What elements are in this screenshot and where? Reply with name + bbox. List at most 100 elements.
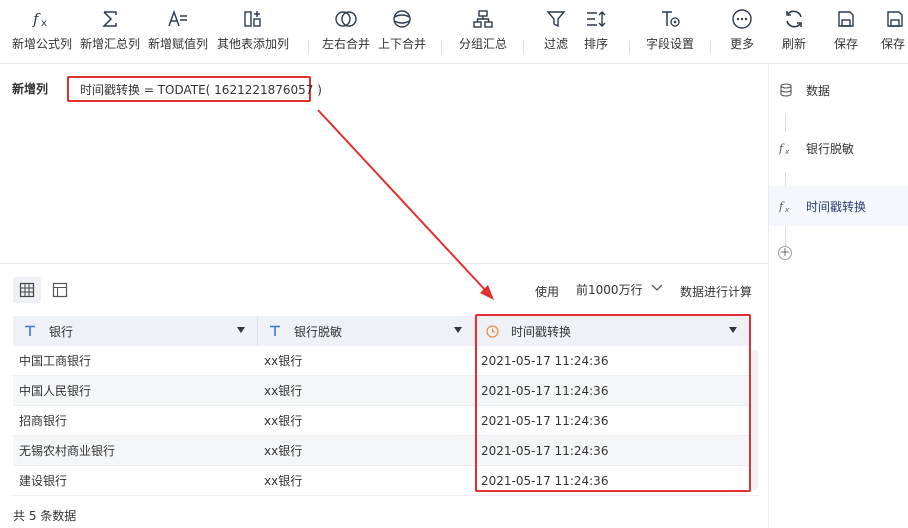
toolbar-divider xyxy=(308,40,309,54)
table-row: 无锡农村商业银行 xx银行 2021-05-17 11:24:36 xyxy=(13,436,758,466)
column-header-bank[interactable]: 银行 xyxy=(13,316,258,346)
step-data[interactable]: 数据 xyxy=(769,75,908,105)
add-step-button[interactable]: + xyxy=(778,246,792,260)
row-count: 共 5 条数据 xyxy=(13,509,77,523)
group-summary-button[interactable]: 分组汇总 xyxy=(455,6,511,58)
cell-bank: 建设银行 xyxy=(19,474,68,488)
table-scrollbar[interactable] xyxy=(752,350,758,490)
layout-icon xyxy=(52,282,68,298)
step-label: 银行脱敏 xyxy=(806,141,855,156)
toolbar-label: 新增赋值列 xyxy=(147,37,208,51)
step-label: 数据 xyxy=(806,83,831,98)
save-icon xyxy=(826,6,866,32)
toolbar-label: 新增汇总列 xyxy=(79,37,140,51)
cell-bank: 招商银行 xyxy=(19,414,68,428)
grid-view-button[interactable] xyxy=(13,277,41,303)
step-bank-mask[interactable]: fx 银行脱敏 xyxy=(769,133,908,163)
merge-horizontal-button[interactable]: 左右合并 xyxy=(318,6,374,58)
section-divider xyxy=(0,263,768,264)
chevron-down-icon xyxy=(650,280,664,297)
fx-icon: fx xyxy=(10,6,74,32)
svg-text:x: x xyxy=(784,206,790,213)
layout-view-button[interactable] xyxy=(46,277,74,303)
caret-down-icon[interactable] xyxy=(729,327,737,333)
toolbar-divider xyxy=(710,40,711,54)
caret-down-icon[interactable] xyxy=(454,327,462,333)
add-summary-column-button[interactable]: 新增汇总列 xyxy=(78,6,142,58)
caret-down-icon[interactable] xyxy=(237,327,245,333)
toolbar-label: 过滤 xyxy=(543,37,568,51)
grid-icon xyxy=(19,282,35,298)
step-connector xyxy=(785,172,786,186)
add-column-from-table-button[interactable]: 其他表添加列 xyxy=(214,6,292,58)
save-button[interactable]: 保存 xyxy=(826,6,866,58)
new-column-label: 新增列 xyxy=(12,82,49,96)
column-header-label: 时间戳转换 xyxy=(511,324,572,339)
field-settings-icon xyxy=(642,6,698,32)
svg-text:x: x xyxy=(41,18,47,29)
column-header-label: 银行脱敏 xyxy=(294,324,343,339)
cell-timestamp: 2021-05-17 11:24:36 xyxy=(481,384,609,398)
save-as-icon xyxy=(878,6,908,32)
formula-expression[interactable]: 时间戳转换 = TODATE( 1621221876057 ) xyxy=(67,76,322,102)
group-summary-icon xyxy=(455,6,511,32)
table-row: 建设银行 xx银行 2021-05-17 11:24:36 xyxy=(13,466,758,496)
step-timestamp-convert[interactable]: fx 时间戳转换 xyxy=(769,186,908,226)
refresh-icon xyxy=(774,6,814,32)
text-type-icon xyxy=(23,325,37,337)
step-connector xyxy=(785,226,786,246)
toolbar-label: 刷新 xyxy=(781,37,806,51)
fx-icon: fx xyxy=(778,199,794,213)
cell-bank-mask: xx银行 xyxy=(264,444,303,458)
table-row: 中国工商银行 xx银行 2021-05-17 11:24:36 xyxy=(13,346,758,376)
table-row: 招商银行 xx银行 2021-05-17 11:24:36 xyxy=(13,406,758,436)
sort-icon xyxy=(578,6,614,32)
toolbar-divider xyxy=(523,40,524,54)
add-assign-column-button[interactable]: 新增赋值列 xyxy=(146,6,210,58)
toolbar-label: 排序 xyxy=(583,37,608,51)
step-connector xyxy=(785,114,786,132)
refresh-button[interactable]: 刷新 xyxy=(774,6,814,58)
calc-label: 数据进行计算 xyxy=(680,285,753,299)
merge-vertical-icon xyxy=(374,6,430,32)
save-as-button[interactable]: 保存 xyxy=(878,6,908,58)
add-formula-column-button[interactable]: fx 新增公式列 xyxy=(10,6,74,58)
toolbar-label: 更多 xyxy=(729,37,754,51)
column-header-timestamp[interactable]: 时间戳转换 xyxy=(475,316,749,346)
filter-icon xyxy=(538,6,574,32)
column-header-label: 银行 xyxy=(49,324,74,339)
steps-panel: 数据 fx 银行脱敏 fx 时间戳转换 + xyxy=(768,64,908,528)
svg-text:x: x xyxy=(784,148,790,155)
fx-icon: fx xyxy=(778,141,794,155)
cell-timestamp: 2021-05-17 11:24:36 xyxy=(481,354,609,368)
use-label: 使用 xyxy=(535,285,560,299)
text-type-icon xyxy=(268,325,282,337)
toolbar-divider xyxy=(629,40,630,54)
filter-button[interactable]: 过滤 xyxy=(538,6,574,58)
field-settings-button[interactable]: 字段设置 xyxy=(642,6,698,58)
row-limit-select[interactable]: 前1000万行 xyxy=(570,276,670,302)
more-icon xyxy=(722,6,762,32)
cell-bank-mask: xx银行 xyxy=(264,384,303,398)
column-header-bank-mask[interactable]: 银行脱敏 xyxy=(258,316,475,346)
cell-timestamp: 2021-05-17 11:24:36 xyxy=(481,474,609,488)
toolbar-label: 其他表添加列 xyxy=(216,37,289,51)
cell-bank: 中国人民银行 xyxy=(19,384,92,398)
sigma-icon xyxy=(78,6,142,32)
formula-area: 新增列 时间戳转换 = TODATE( 1621221876057 ) xyxy=(0,64,768,264)
more-button[interactable]: 更多 xyxy=(722,6,762,58)
cell-bank-mask: xx银行 xyxy=(264,354,303,368)
toolbar-label: 保存 xyxy=(881,37,906,51)
database-icon xyxy=(778,83,794,97)
assign-icon xyxy=(146,6,210,32)
cell-timestamp: 2021-05-17 11:24:36 xyxy=(481,444,609,458)
row-limit-value: 前1000万行 xyxy=(576,282,643,297)
toolbar-label: 上下合并 xyxy=(377,37,426,51)
cell-bank: 无锡农村商业银行 xyxy=(19,444,116,458)
step-label: 时间戳转换 xyxy=(806,199,867,214)
table-row: 中国人民银行 xx银行 2021-05-17 11:24:36 xyxy=(13,376,758,406)
merge-vertical-button[interactable]: 上下合并 xyxy=(374,6,430,58)
sort-button[interactable]: 排序 xyxy=(578,6,614,58)
cell-timestamp: 2021-05-17 11:24:36 xyxy=(481,414,609,428)
toolbar-label: 左右合并 xyxy=(321,37,370,51)
